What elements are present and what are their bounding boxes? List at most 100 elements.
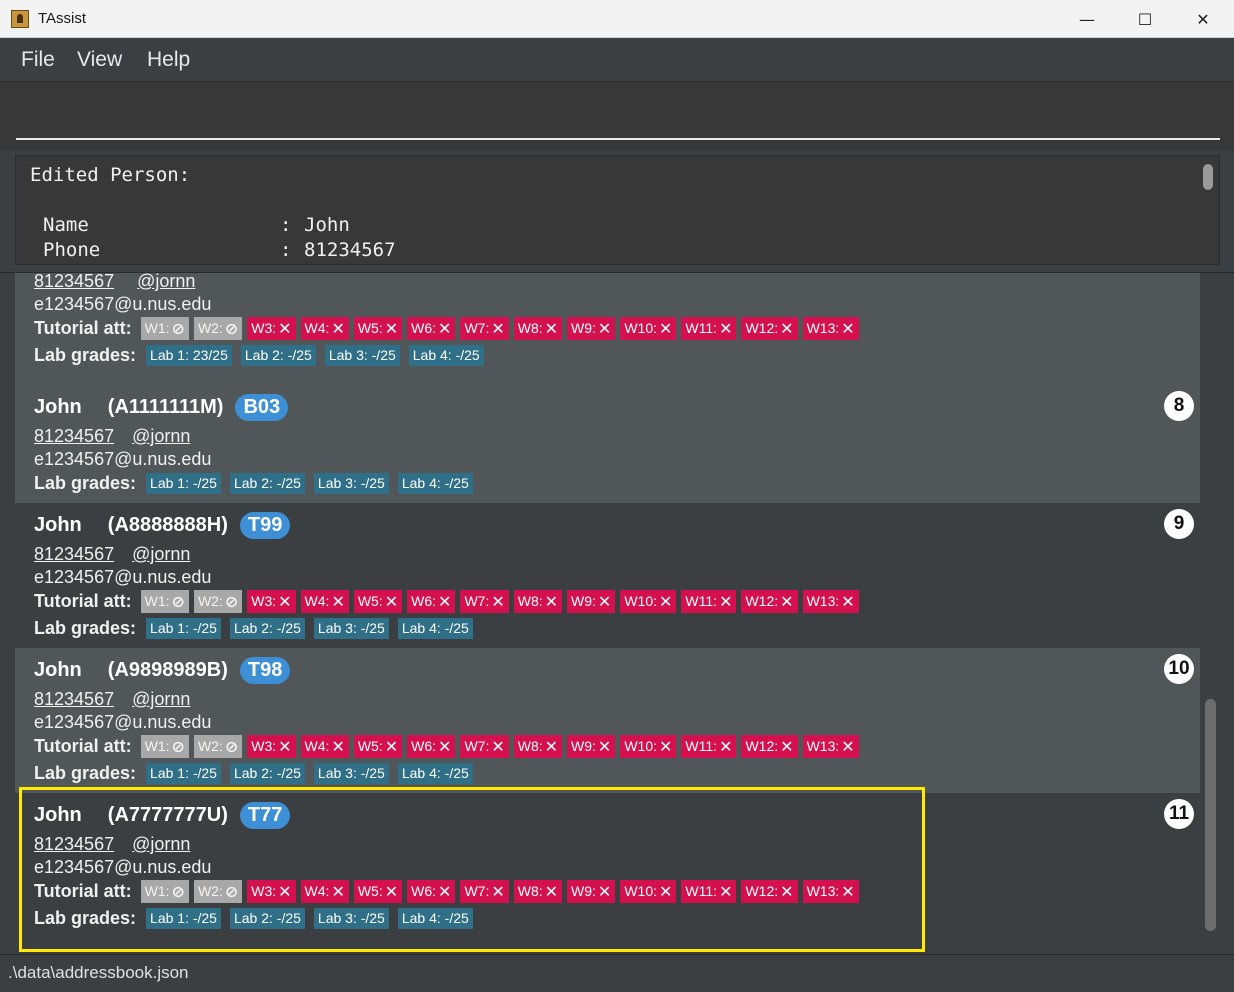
- tutorial-attendance: Tutorial att: W1: ⊘ W2: ⊘ W3: ✕ W4: ✕ W5: ✕ W6: ✕ W7:…: [34, 880, 864, 903]
- name-row: John (A1111111M) B03: [34, 394, 289, 421]
- attendance-chip: W13: ✕: [802, 880, 859, 903]
- attendance-chip: W4: ✕: [300, 880, 349, 903]
- cross-icon: ✕: [384, 319, 399, 338]
- cross-icon: ✕: [278, 737, 292, 756]
- result-phone-value: 81234567: [304, 239, 396, 261]
- name-row: John (A7777777U) T77: [34, 802, 291, 829]
- attendance-chip: W7: ✕: [460, 317, 509, 340]
- tutorial-label: Tutorial att:: [34, 736, 132, 756]
- attendance-chip: W8: ✕: [513, 590, 563, 613]
- cross-icon: ✕: [331, 737, 345, 756]
- attendance-chip: W3: ✕: [247, 880, 296, 903]
- command-input[interactable]: [16, 82, 1220, 140]
- maximize-button[interactable]: ☐: [1116, 0, 1174, 38]
- attendance-chip: W8: ✕: [513, 735, 563, 758]
- cross-icon: ✕: [384, 737, 399, 756]
- cross-icon: ✕: [384, 882, 399, 901]
- attendance-chip: W7: ✕: [460, 880, 509, 903]
- result-name-value: John: [304, 214, 350, 236]
- attendance-chip: W6: ✕: [407, 735, 456, 758]
- cross-icon: ✕: [438, 882, 452, 901]
- cross-icon: ✕: [659, 319, 673, 338]
- lab-label: Lab grades:: [34, 618, 137, 638]
- phone-link[interactable]: 81234567: [34, 273, 114, 291]
- cross-icon: ✕: [780, 319, 794, 338]
- menu-view[interactable]: View: [77, 48, 122, 72]
- attendance-chip: W9: ✕: [567, 880, 616, 903]
- attendance-chip: W12: ✕: [741, 317, 798, 340]
- person-name: John: [34, 396, 82, 418]
- lab-label: Lab grades:: [34, 345, 137, 365]
- attendance-chip: W10: ✕: [620, 880, 677, 903]
- cross-icon: ✕: [659, 737, 673, 756]
- index-badge: 11: [1164, 799, 1194, 829]
- attendance-chip: W9: ✕: [567, 590, 616, 613]
- group-badge: T98: [239, 657, 291, 684]
- attendance-chip: W11: ✕: [681, 590, 737, 613]
- phone-link[interactable]: 81234567: [34, 689, 114, 709]
- menu-help[interactable]: Help: [147, 48, 190, 72]
- command-area: [0, 82, 1234, 150]
- telegram-link[interactable]: @jornn: [132, 834, 190, 854]
- attendance-chip: W6: ✕: [407, 317, 456, 340]
- result-display[interactable]: Edited Person: Name : John Phone : 81234…: [15, 155, 1220, 265]
- person-card[interactable]: John (A7777777U) T77 11 81234567 @jornn e12345…: [15, 793, 1200, 938]
- cross-icon: ✕: [384, 592, 399, 611]
- minimize-button[interactable]: —: [1058, 0, 1116, 38]
- person-card[interactable]: John (A8888888H) T99 9 81234567 @jornn e123456…: [15, 503, 1200, 648]
- attendance-chip: W2: ⊘: [193, 590, 243, 613]
- matric-number: (A8888888H): [107, 514, 228, 536]
- cross-icon: ✕: [597, 592, 612, 611]
- cross-icon: ✕: [278, 319, 292, 338]
- close-button[interactable]: ✕: [1174, 0, 1232, 38]
- attendance-chip: W1: ⊘: [140, 735, 189, 758]
- lab-grade-chip: Lab 1: -/25: [146, 908, 221, 929]
- tutorial-attendance: Tutorial att: W1: ⊘ W2: ⊘ W3: ✕ W4: ✕ W5: ✕ W6: ✕ W7:…: [34, 735, 864, 758]
- tutorial-attendance: Tutorial att: W1: ⊘ W2: ⊘ W3: ✕ W4: ✕ W5: ✕ W6: ✕ W7:…: [34, 590, 864, 613]
- telegram-link[interactable]: @jornn: [132, 689, 190, 709]
- result-separator: :: [280, 214, 292, 236]
- phone-link[interactable]: 81234567: [34, 544, 114, 564]
- attendance-chip: W9: ✕: [567, 735, 616, 758]
- telegram-link[interactable]: @jornn: [137, 273, 195, 291]
- person-card[interactable]: John (A9898989B) T98 10 81234567 @jornn e12345…: [15, 648, 1200, 793]
- cross-icon: ✕: [780, 882, 794, 901]
- cross-icon: ✕: [841, 592, 855, 611]
- person-list[interactable]: 81234567 @jornn e1234567@u.nus.edu Tutor…: [0, 272, 1234, 955]
- lab-grade-chip: Lab 2: -/25: [229, 618, 305, 639]
- person-card[interactable]: 81234567 @jornn e1234567@u.nus.edu Tutor…: [15, 273, 1200, 385]
- tutorial-label: Tutorial att:: [34, 881, 132, 901]
- telegram-link[interactable]: @jornn: [132, 544, 190, 564]
- phone-link[interactable]: 81234567: [34, 426, 114, 446]
- attendance-chip: W3: ✕: [247, 317, 296, 340]
- lab-grade-chip: Lab 1: 23/25: [146, 345, 232, 366]
- telegram-link[interactable]: @jornn: [132, 426, 190, 446]
- attendance-chip: W7: ✕: [460, 590, 509, 613]
- attendance-chip: W13: ✕: [802, 317, 859, 340]
- person-card[interactable]: John (A1111111M) B03 8 81234567 @jornn e123456…: [15, 385, 1200, 503]
- email: e1234567@u.nus.edu: [34, 449, 212, 469]
- result-scrollbar[interactable]: [1203, 164, 1213, 190]
- app-icon: [11, 10, 29, 28]
- result-heading: Edited Person:: [30, 164, 191, 186]
- lab-grade-chip: Lab 3: -/25: [313, 908, 389, 929]
- list-scrollbar[interactable]: [1205, 699, 1216, 931]
- person-name: John: [34, 659, 82, 681]
- cross-icon: ✕: [719, 592, 733, 611]
- cross-icon: ✕: [544, 319, 559, 338]
- name-row: John (A8888888H) T99: [34, 512, 291, 539]
- menu-file[interactable]: File: [21, 48, 55, 72]
- attendance-chip: W2: ⊘: [193, 735, 243, 758]
- window-title: TAssist: [38, 10, 87, 27]
- cross-icon: ✕: [841, 737, 855, 756]
- attendance-chip: W1: ⊘: [140, 880, 189, 903]
- phone-link[interactable]: 81234567: [34, 834, 114, 854]
- email: e1234567@u.nus.edu: [34, 857, 212, 877]
- lab-grade-chip: Lab 4: -/25: [397, 618, 473, 639]
- group-badge: T99: [239, 512, 291, 539]
- cross-icon: ✕: [491, 592, 505, 611]
- not-applicable-icon: ⊘: [171, 319, 185, 338]
- person-name: John: [34, 804, 82, 826]
- lab-label: Lab grades:: [34, 763, 137, 783]
- title-bar: TAssist — ☐ ✕: [0, 0, 1234, 38]
